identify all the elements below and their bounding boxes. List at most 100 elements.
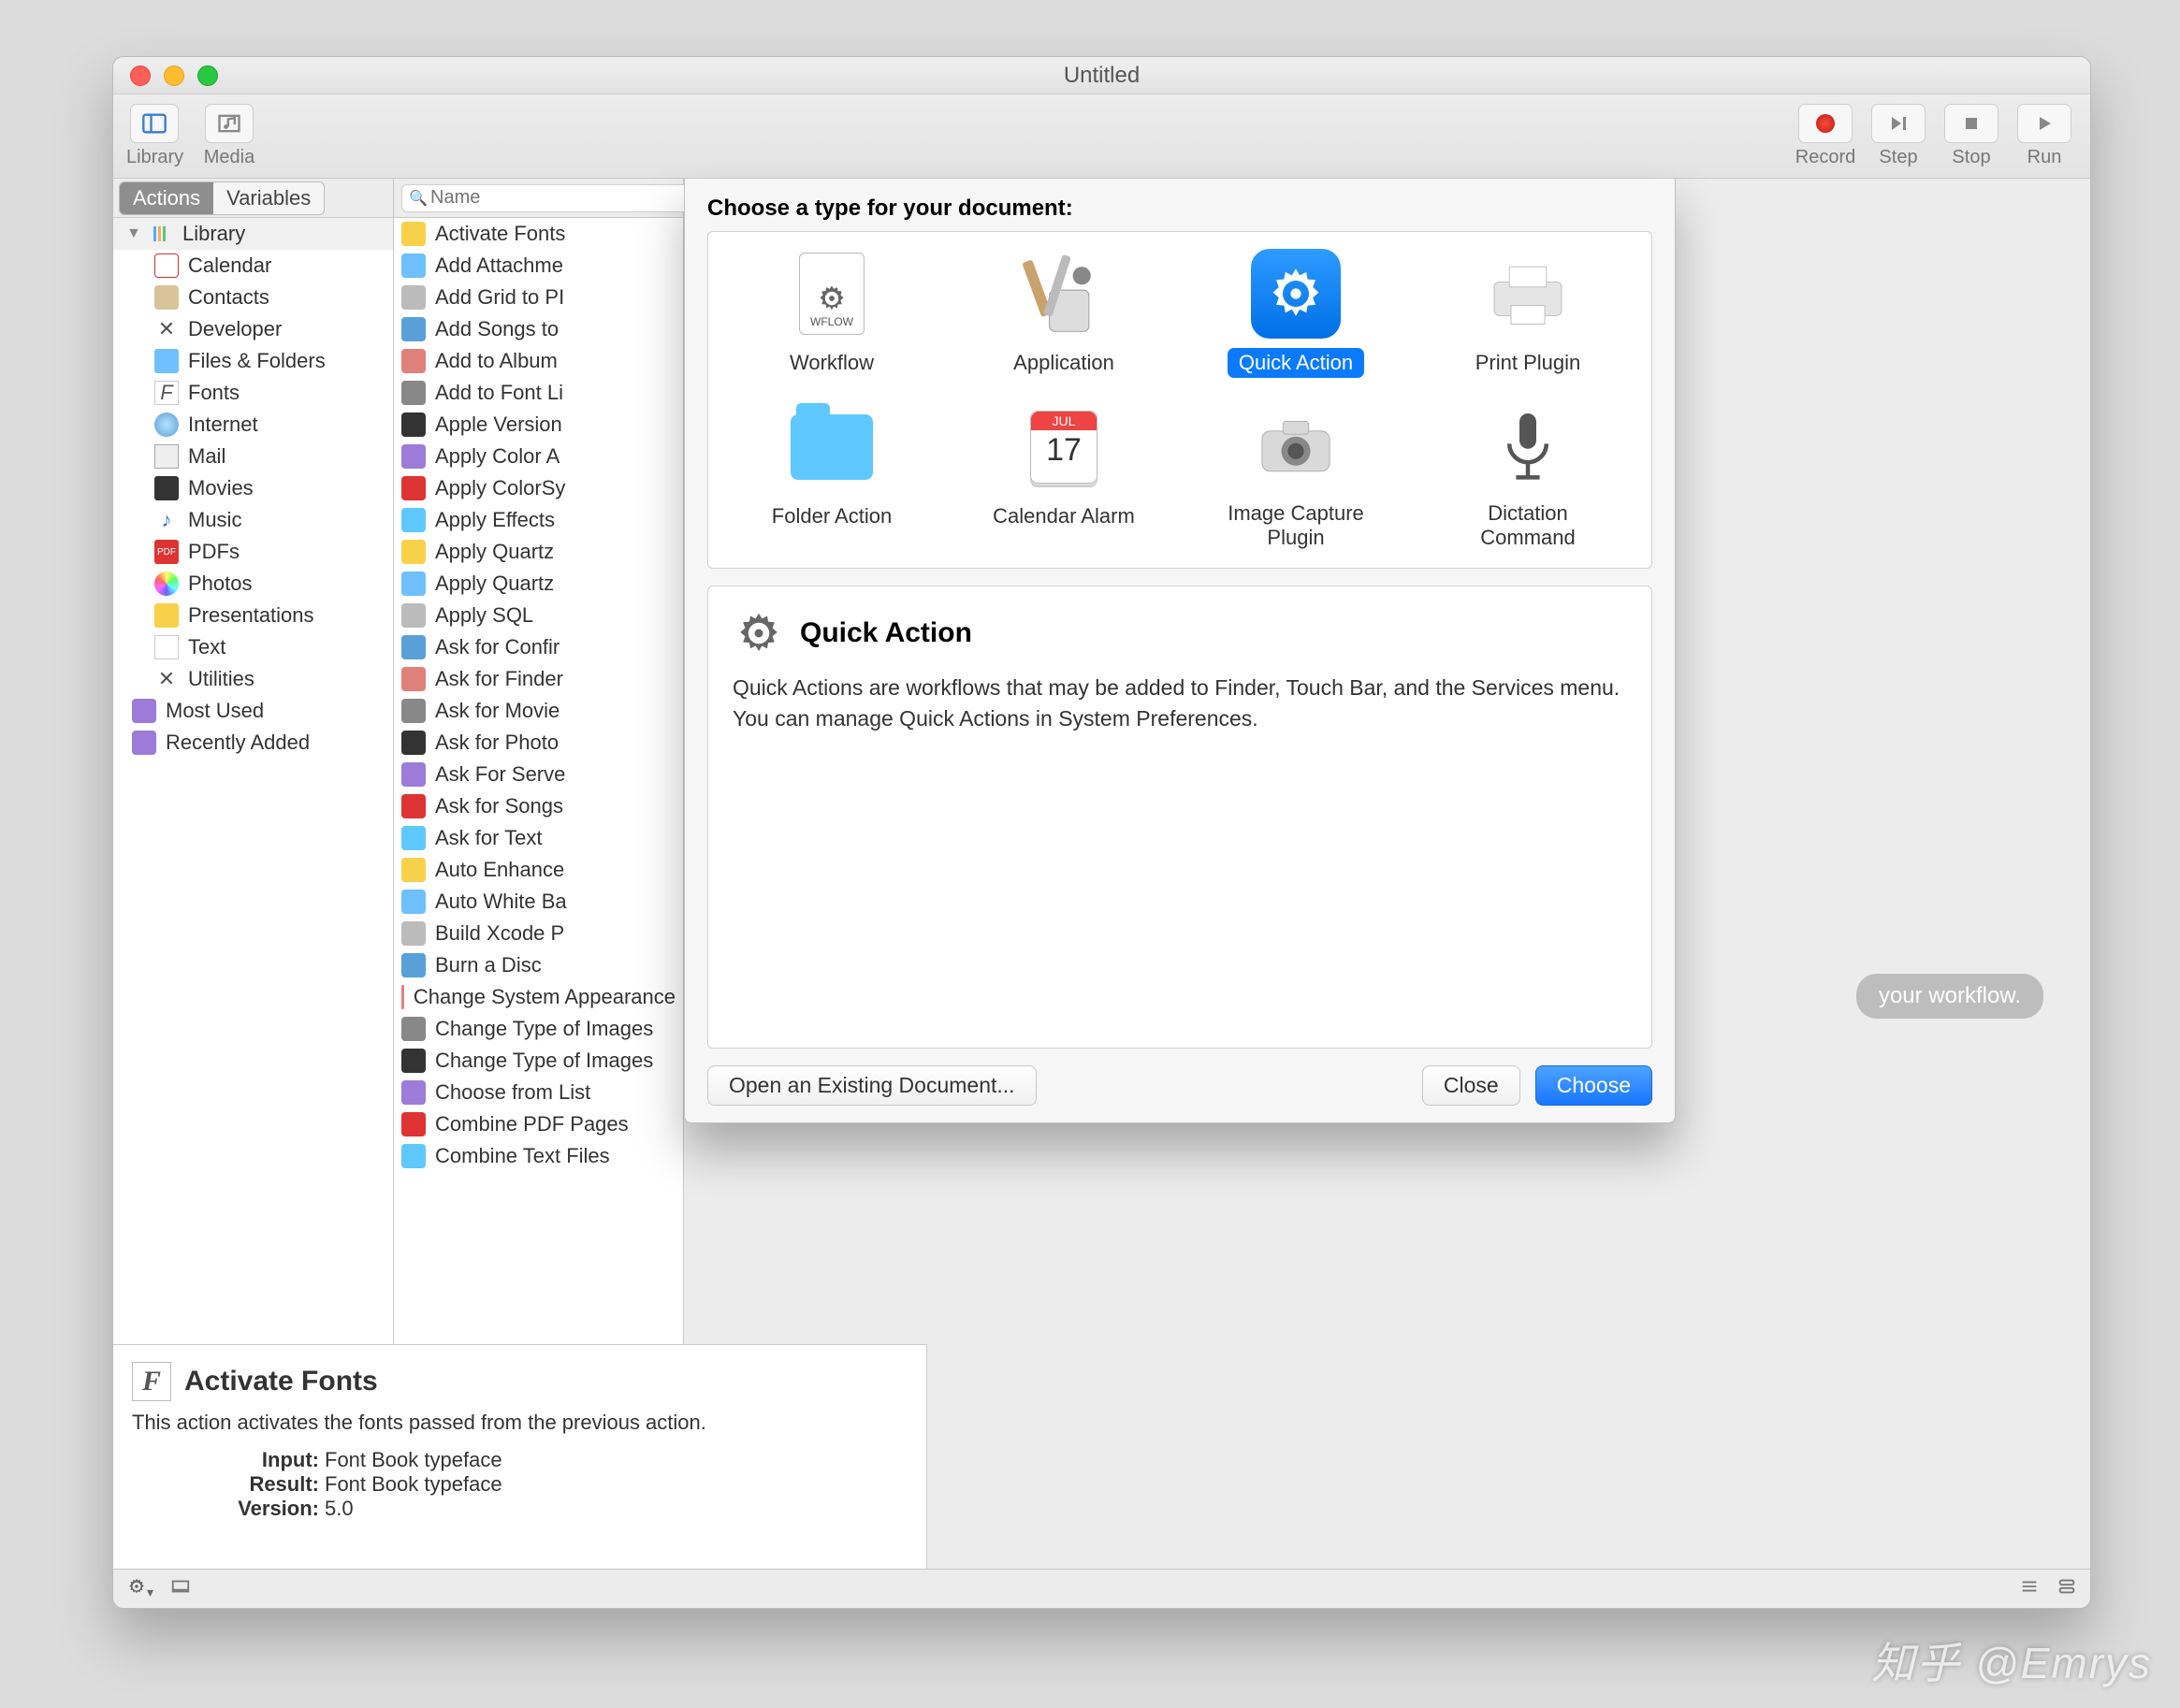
fonts-icon: F xyxy=(154,381,179,405)
action-row[interactable]: Burn a Disc xyxy=(394,949,683,981)
action-row[interactable]: Ask For Serve xyxy=(394,759,683,790)
category-files-folders[interactable]: Files & Folders xyxy=(113,345,393,377)
action-label: Change System Appearance xyxy=(414,985,676,1009)
action-label: Combine PDF Pages xyxy=(435,1112,629,1136)
contacts-icon xyxy=(154,285,179,310)
choose-button[interactable]: Choose xyxy=(1535,1065,1652,1106)
action-icon xyxy=(401,349,426,373)
action-menu-button[interactable]: ▾ xyxy=(126,1576,153,1602)
record-toolbar-button[interactable]: Record xyxy=(1793,104,1858,168)
action-row[interactable]: Build Xcode P xyxy=(394,918,683,949)
action-row[interactable]: Add to Album xyxy=(394,345,683,377)
action-row[interactable]: Apply Color A xyxy=(394,441,683,472)
category-movies[interactable]: Movies xyxy=(113,472,393,504)
action-row[interactable]: Apply Effects xyxy=(394,504,683,536)
action-row[interactable]: Choose from List xyxy=(394,1077,683,1108)
action-row[interactable]: Add to Font Li xyxy=(394,377,683,409)
library-toolbar-button[interactable]: Library xyxy=(126,104,182,168)
variables-tab[interactable]: Variables xyxy=(213,182,324,214)
presentations-icon xyxy=(154,603,179,628)
category-contacts[interactable]: Contacts xyxy=(113,282,393,313)
doctype-workflow[interactable]: WFLOW Workflow xyxy=(716,249,948,378)
action-icon xyxy=(401,317,426,341)
printer-icon xyxy=(1483,249,1573,339)
category-music[interactable]: ♪Music xyxy=(113,504,393,536)
action-row[interactable]: Combine Text Files xyxy=(394,1140,683,1172)
view-flow-button[interactable] xyxy=(2056,1576,2077,1602)
search-input[interactable] xyxy=(401,184,689,212)
doctype-calendar-alarm[interactable]: JUL17 Calendar Alarm xyxy=(948,402,1180,551)
action-label: Change Type of Images xyxy=(435,1049,653,1073)
action-row[interactable]: Combine PDF Pages xyxy=(394,1108,683,1140)
action-row[interactable]: Apply Quartz xyxy=(394,568,683,600)
stop-icon xyxy=(1944,104,1998,143)
smart-most-used[interactable]: Most Used xyxy=(113,695,393,727)
category-developer[interactable]: ✕Developer xyxy=(113,313,393,345)
action-label: Apply Quartz xyxy=(435,540,554,564)
action-row[interactable]: Ask for Confir xyxy=(394,631,683,663)
action-icon xyxy=(401,635,426,659)
action-row[interactable]: Add Grid to PI xyxy=(394,282,683,313)
action-row[interactable]: Apply Quartz xyxy=(394,536,683,568)
action-row[interactable]: Ask for Finder xyxy=(394,663,683,695)
doctype-quick-action[interactable]: Quick Action xyxy=(1180,249,1412,378)
actions-search: 🔍 xyxy=(394,179,683,218)
action-row[interactable]: Change Type of Images xyxy=(394,1013,683,1045)
action-icon xyxy=(401,413,426,437)
action-row[interactable]: Apple Version xyxy=(394,409,683,441)
category-text[interactable]: Text xyxy=(113,631,393,663)
action-label: Ask for Photo xyxy=(435,731,559,755)
action-row[interactable]: Ask for Songs xyxy=(394,790,683,822)
doctype-image-capture-plugin[interactable]: Image CapturePlugin xyxy=(1180,402,1412,551)
step-toolbar-button[interactable]: Step xyxy=(1866,104,1931,168)
close-button[interactable]: Close xyxy=(1422,1065,1520,1106)
action-row[interactable]: Change System Appearance xyxy=(394,981,683,1013)
action-label: Combine Text Files xyxy=(435,1144,610,1168)
action-row[interactable]: Ask for Movie xyxy=(394,695,683,727)
action-row[interactable]: Apply ColorSy xyxy=(394,472,683,504)
action-row[interactable]: Ask for Photo xyxy=(394,727,683,759)
action-row[interactable]: Change Type of Images xyxy=(394,1045,683,1077)
stop-toolbar-button[interactable]: Stop xyxy=(1939,104,2004,168)
action-icon xyxy=(401,1017,426,1041)
action-label: Apply SQL xyxy=(435,603,533,628)
run-toolbar-button[interactable]: Run xyxy=(2012,104,2077,168)
action-label: Ask for Confir xyxy=(435,635,560,659)
action-label: Auto Enhance xyxy=(435,858,564,882)
open-existing-button[interactable]: Open an Existing Document... xyxy=(707,1065,1037,1106)
library-root-row[interactable]: ▼ Library xyxy=(113,218,393,250)
disclosure-triangle-icon[interactable]: ▼ xyxy=(126,225,139,242)
action-icon xyxy=(401,890,426,914)
doctype-print-plugin[interactable]: Print Plugin xyxy=(1412,249,1644,378)
play-icon xyxy=(2017,104,2071,143)
action-label: Add to Font Li xyxy=(435,381,563,405)
category-calendar[interactable]: Calendar xyxy=(113,250,393,282)
category-mail[interactable]: Mail xyxy=(113,441,393,472)
action-row[interactable]: Auto White Ba xyxy=(394,886,683,918)
category-fonts[interactable]: FFonts xyxy=(113,377,393,409)
toggle-log-button[interactable] xyxy=(170,1576,191,1602)
action-row[interactable]: Auto Enhance xyxy=(394,854,683,886)
doctype-application[interactable]: Application xyxy=(948,249,1180,378)
action-icon xyxy=(401,285,426,310)
actions-tab[interactable]: Actions xyxy=(120,182,213,214)
category-presentations[interactable]: Presentations xyxy=(113,600,393,631)
doctype-folder-action[interactable]: Folder Action xyxy=(716,402,948,551)
calendar-icon xyxy=(154,253,179,278)
category-photos[interactable]: Photos xyxy=(113,568,393,600)
media-toolbar-button[interactable]: Media xyxy=(201,104,257,168)
smart-recently-added[interactable]: Recently Added xyxy=(113,727,393,759)
action-label: Ask for Finder xyxy=(435,667,563,691)
category-internet[interactable]: Internet xyxy=(113,409,393,441)
action-row[interactable]: Ask for Text xyxy=(394,822,683,854)
new-document-sheet: Choose a type for your document: WFLOW W… xyxy=(684,179,1676,1123)
doctype-dictation-command[interactable]: DictationCommand xyxy=(1412,402,1644,551)
action-row[interactable]: Add Songs to xyxy=(394,313,683,345)
action-row[interactable]: Apply SQL xyxy=(394,600,683,631)
view-list-button[interactable] xyxy=(2019,1576,2040,1602)
toolbar: Library Media Record Step Stop Run xyxy=(113,94,2090,179)
category-utilities[interactable]: ✕Utilities xyxy=(113,663,393,695)
action-row[interactable]: Add Attachme xyxy=(394,250,683,282)
action-row[interactable]: Activate Fonts xyxy=(394,218,683,250)
category-pdfs[interactable]: PDFPDFs xyxy=(113,536,393,568)
